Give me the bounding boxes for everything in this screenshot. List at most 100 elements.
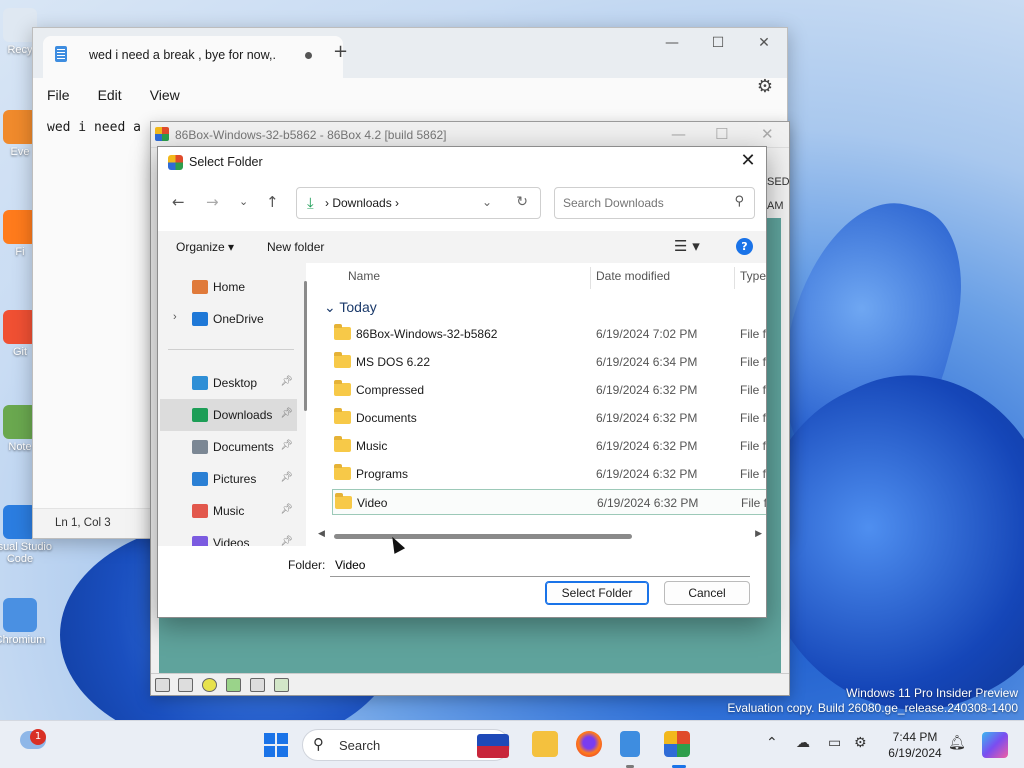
- file-type: File fo: [740, 327, 766, 341]
- floppy-drive-icon[interactable]: [178, 678, 193, 692]
- maximize-icon[interactable]: ☐: [715, 125, 728, 143]
- start-icon: [277, 746, 288, 757]
- back-arrow-icon[interactable]: ←: [172, 193, 185, 211]
- file-explorer-icon[interactable]: [532, 731, 558, 757]
- start-button[interactable]: [264, 733, 288, 757]
- 86box-taskbar-icon[interactable]: [664, 731, 690, 757]
- column-header-name[interactable]: Name: [348, 269, 380, 283]
- navigation-pane-scrollbar[interactable]: [304, 281, 307, 411]
- folder-icon: [334, 352, 351, 368]
- pin-icon[interactable]: 📌︎: [280, 536, 293, 546]
- forward-arrow-icon[interactable]: →: [206, 193, 219, 211]
- nav-item-label: Home: [213, 280, 246, 294]
- folder-input[interactable]: [330, 553, 750, 577]
- help-icon[interactable]: ?: [736, 238, 753, 255]
- file-row[interactable]: Compressed 6/19/2024 6:32 PM File fo: [332, 377, 766, 403]
- display-icon[interactable]: ▭: [828, 735, 841, 751]
- group-header-today[interactable]: ⌄ Today: [324, 299, 377, 316]
- address-path[interactable]: › Downloads ›: [325, 196, 399, 210]
- clock[interactable]: 7:44 PM 6/19/2024: [880, 729, 950, 761]
- file-row[interactable]: Video 6/19/2024 6:32 PM File fo: [332, 489, 766, 515]
- column-separator[interactable]: [734, 267, 735, 289]
- nav-item-onedrive[interactable]: › OneDrive: [160, 303, 297, 335]
- sound-icon[interactable]: [274, 678, 289, 692]
- scrollbar-thumb[interactable]: [334, 534, 632, 539]
- floppy-drive-icon[interactable]: [155, 678, 170, 692]
- file-row[interactable]: Music 6/19/2024 6:32 PM File fo: [332, 433, 766, 459]
- unsaved-dot-icon[interactable]: [305, 52, 312, 59]
- chevron-up-icon[interactable]: ⌃: [766, 735, 778, 751]
- close-icon[interactable]: ✕: [741, 28, 787, 58]
- file-row[interactable]: Documents 6/19/2024 6:32 PM File fo: [332, 405, 766, 431]
- taskbar-search[interactable]: ⚲ Search: [302, 729, 510, 761]
- nav-item-desktop[interactable]: Desktop 📌︎: [160, 367, 297, 399]
- select-folder-dialog[interactable]: Select Folder ✕ ← → ⌄ ↑ ⤓ › Downloads › …: [157, 146, 767, 618]
- pin-icon[interactable]: 📌︎: [280, 408, 293, 419]
- minimize-icon[interactable]: —: [649, 28, 695, 58]
- recent-chevron-down-icon[interactable]: ⌄: [239, 195, 248, 208]
- pictures-icon: [192, 472, 208, 486]
- up-arrow-icon[interactable]: ↑: [266, 193, 279, 211]
- hard-disk-icon[interactable]: [226, 678, 241, 692]
- file-row[interactable]: Programs 6/19/2024 6:32 PM File fo: [332, 461, 766, 487]
- network-off-icon[interactable]: ☁: [796, 735, 810, 751]
- notepad-tab[interactable]: wed i need a break , bye for now,.: [43, 36, 343, 78]
- nav-item-label: Desktop: [213, 376, 258, 390]
- pin-icon[interactable]: 📌︎: [280, 472, 293, 483]
- maximize-icon[interactable]: ☐: [695, 28, 741, 58]
- file-name: Programs: [356, 467, 409, 481]
- 86box-title: 86Box-Windows-32-b5862 - 86Box 4.2 [buil…: [175, 128, 447, 142]
- view-options-icon[interactable]: ☰ ▾: [674, 237, 700, 255]
- nav-item-music[interactable]: Music 📌︎: [160, 495, 297, 527]
- menu-view[interactable]: View: [150, 87, 180, 103]
- pin-icon[interactable]: 📌︎: [280, 440, 293, 451]
- expand-chevron-icon[interactable]: ›: [173, 311, 177, 323]
- menu-edit[interactable]: Edit: [98, 87, 122, 103]
- notepad-text-area[interactable]: wed i need a: [47, 120, 141, 135]
- minimize-icon[interactable]: —: [671, 125, 686, 143]
- notepad-taskbar-icon[interactable]: [620, 731, 640, 757]
- column-separator[interactable]: [590, 267, 591, 289]
- address-chevron-down-icon[interactable]: ⌄: [482, 195, 492, 209]
- organize-button[interactable]: Organize ▾: [176, 240, 234, 254]
- column-header-date[interactable]: Date modified: [596, 269, 670, 283]
- nav-item-home[interactable]: Home: [160, 271, 297, 303]
- file-row[interactable]: 86Box-Windows-32-b5862 6/19/2024 7:02 PM F…: [332, 321, 766, 347]
- nav-item-label: Downloads: [213, 408, 273, 422]
- nav-item-documents[interactable]: Documents 📌︎: [160, 431, 297, 463]
- file-list-horizontal-scrollbar[interactable]: ◀ ▶: [314, 529, 766, 543]
- gear-icon[interactable]: ⚙: [757, 76, 773, 97]
- scroll-right-icon[interactable]: ▶: [755, 529, 762, 539]
- pin-icon[interactable]: 📌︎: [280, 376, 293, 387]
- firefox-icon[interactable]: [576, 731, 602, 757]
- close-icon[interactable]: ✕: [761, 125, 774, 143]
- bell-icon[interactable]: 🔔︎: [948, 735, 966, 751]
- pin-icon[interactable]: 📌︎: [280, 504, 293, 515]
- refresh-icon[interactable]: ↻: [516, 194, 528, 210]
- cdrom-icon[interactable]: [202, 678, 217, 692]
- nav-item-pictures[interactable]: Pictures 📌︎: [160, 463, 297, 495]
- close-icon[interactable]: ✕: [738, 150, 758, 171]
- column-header-type[interactable]: Type: [740, 269, 766, 283]
- documents-icon: [192, 440, 208, 454]
- nav-item-downloads[interactable]: Downloads 📌︎: [160, 399, 297, 431]
- scroll-left-icon[interactable]: ◀: [318, 529, 325, 539]
- cancel-button[interactable]: Cancel: [664, 581, 750, 605]
- notepad-tabbar: wed i need a break , bye for now,. + — ☐…: [33, 28, 787, 78]
- folder-icon: [334, 436, 351, 452]
- select-folder-button[interactable]: Select Folder: [545, 581, 649, 605]
- new-tab-icon[interactable]: +: [333, 41, 348, 62]
- desktop-icon[interactable]: Chromium: [0, 598, 60, 646]
- search-box[interactable]: ⚲: [554, 187, 755, 219]
- network-icon[interactable]: [250, 678, 265, 692]
- menu-file[interactable]: File: [47, 87, 70, 103]
- nav-item-videos[interactable]: Videos 📌︎: [160, 527, 297, 546]
- copilot-icon[interactable]: [982, 732, 1008, 758]
- address-bar[interactable]: ⤓ › Downloads › ⌄ ↻: [296, 187, 541, 219]
- file-row[interactable]: MS DOS 6.22 6/19/2024 6:34 PM File fo: [332, 349, 766, 375]
- new-folder-button[interactable]: New folder: [267, 240, 324, 254]
- search-input[interactable]: [555, 188, 725, 218]
- search-icon[interactable]: ⚲: [734, 194, 744, 209]
- accessibility-icon[interactable]: ⚙: [854, 735, 867, 751]
- downloads-icon: ⤓: [307, 194, 314, 212]
